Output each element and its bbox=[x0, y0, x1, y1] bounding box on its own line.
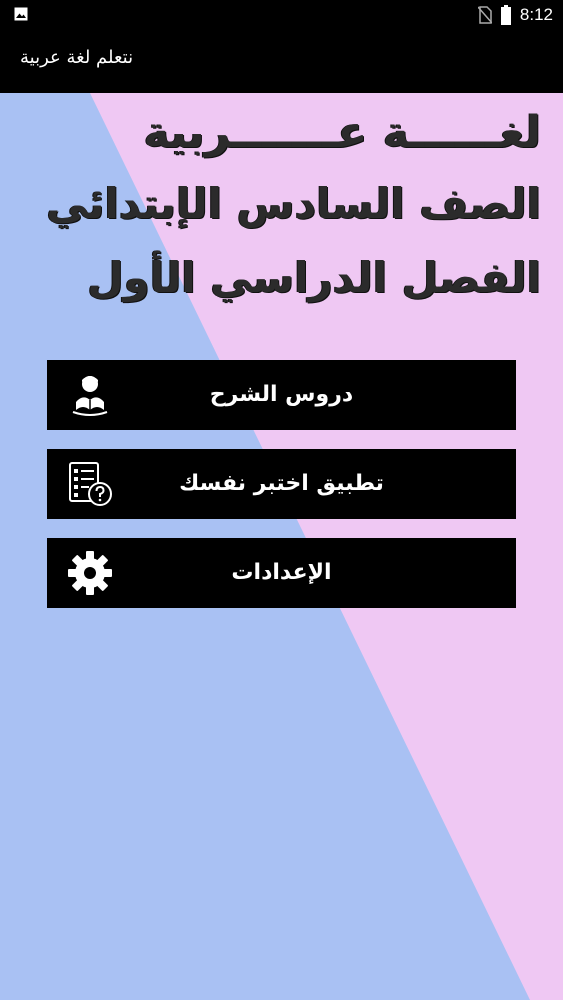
lessons-button[interactable]: دروس الشرح bbox=[47, 360, 516, 430]
status-icons: 8:12 bbox=[477, 0, 553, 30]
image-icon bbox=[14, 7, 28, 21]
main-content: لغــــــة عـــــــربية الصف السادس الإبت… bbox=[0, 93, 563, 1000]
quiz-button[interactable]: تطبيق اختبر نفسك bbox=[47, 449, 516, 519]
app-screen: 8:12 نتعلم لغة عربية لغــــــة عـــــــر… bbox=[0, 0, 563, 1000]
settings-label: الإعدادات bbox=[231, 560, 332, 585]
app-title: نتعلم لغة عربية bbox=[20, 47, 134, 68]
status-time: 8:12 bbox=[519, 5, 553, 24]
headline-term: الفصل الدراسي الأول bbox=[87, 253, 541, 302]
lessons-label: دروس الشرح bbox=[209, 382, 354, 407]
headline-grade: الصف السادس الإبتدائي bbox=[46, 179, 541, 228]
app-bar: نتعلم لغة عربية bbox=[0, 30, 563, 93]
battery-icon bbox=[500, 5, 511, 25]
status-bar: 8:12 bbox=[0, 0, 563, 30]
settings-button[interactable]: الإعدادات bbox=[47, 538, 516, 608]
headline-subject: لغــــــة عـــــــربية bbox=[143, 107, 541, 158]
quiz-label: تطبيق اختبر نفسك bbox=[179, 471, 384, 496]
no-sim-icon bbox=[477, 6, 492, 24]
